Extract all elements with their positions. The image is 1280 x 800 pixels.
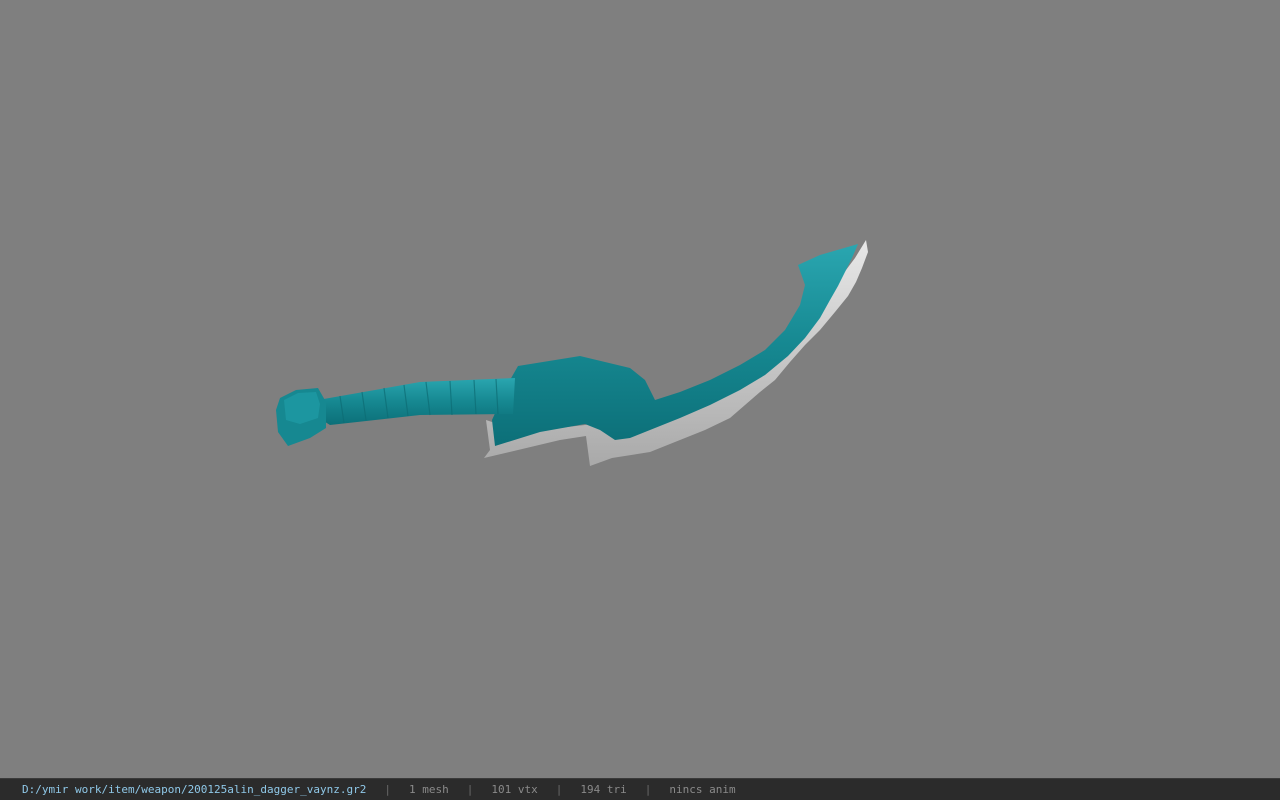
triangle-count: 194 tri (580, 783, 627, 796)
separator: | (644, 783, 652, 796)
separator: | (466, 783, 474, 796)
dagger-model[interactable] (0, 0, 1280, 778)
separator: | (384, 783, 391, 796)
status-bar: D:/ymir work/item/weapon/200125alin_dagg… (0, 778, 1280, 800)
model-viewport[interactable] (0, 0, 1280, 778)
separator: | (555, 783, 563, 796)
dagger-grip (318, 378, 515, 425)
mesh-count: 1 mesh (409, 783, 449, 796)
file-path: D:/ymir work/item/weapon/200125alin_dagg… (22, 783, 367, 796)
vertex-count: 101 vtx (491, 783, 538, 796)
animation-status: nincs anim (669, 783, 736, 796)
